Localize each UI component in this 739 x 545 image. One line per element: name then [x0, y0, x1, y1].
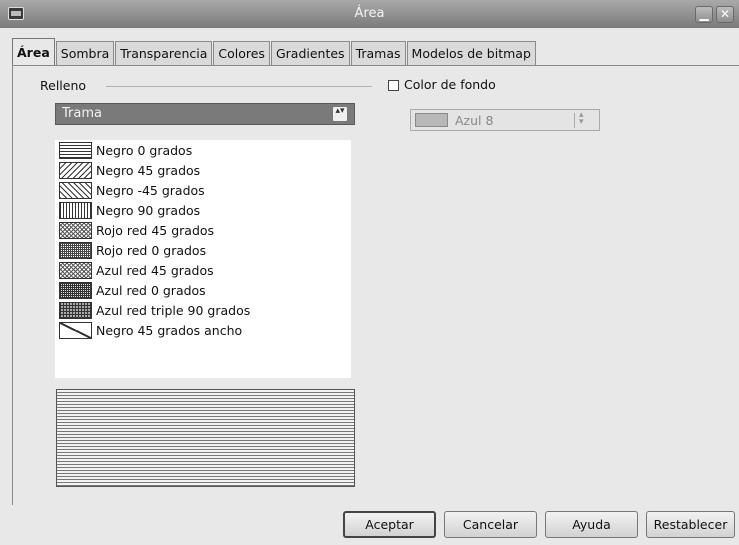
list-item-label: Negro 45 grados ancho: [96, 322, 243, 338]
title-bar: Área ▁ ✕: [0, 0, 739, 28]
help-button[interactable]: Ayuda: [545, 511, 638, 538]
pattern-vertical-icon: [59, 201, 92, 219]
list-item-label: Rojo red 45 grados: [96, 222, 215, 238]
fill-type-select[interactable]: Trama ▴▾: [55, 103, 355, 125]
tab-tramas[interactable]: Tramas: [350, 41, 406, 66]
pattern-crosshatch-45-icon: [59, 261, 92, 279]
list-item-label: Negro 0 grados: [96, 142, 193, 158]
list-item-label: Azul red triple 90 grados: [96, 302, 251, 318]
fill-type-value: Trama: [62, 106, 102, 121]
color-swatch: [415, 113, 448, 127]
background-color-value: Azul 8: [455, 113, 494, 128]
list-item-label: Azul red 0 grados: [96, 282, 206, 298]
pattern-diagonal-minus-45-icon: [59, 181, 92, 199]
list-item-label: Negro 90 grados: [96, 202, 201, 218]
background-color-checkbox[interactable]: [388, 80, 399, 91]
background-color-label[interactable]: Color de fondo: [404, 77, 496, 92]
pattern-preview: [56, 389, 355, 487]
list-item[interactable]: Negro -45 grados: [59, 180, 205, 200]
minimize-button[interactable]: ▁: [695, 6, 713, 23]
list-item[interactable]: Azul red 0 grados: [59, 280, 206, 300]
pattern-horizontal-icon: [59, 141, 92, 159]
list-item-label: Negro -45 grados: [96, 182, 205, 198]
spin-arrows-icon: ▴▾: [332, 106, 348, 122]
ok-button[interactable]: Aceptar: [343, 511, 436, 538]
fill-group-label: Relleno: [40, 78, 87, 93]
window-title: Área: [354, 6, 385, 21]
pattern-wide-diagonal-icon: [59, 321, 92, 339]
pattern-grid-icon: [59, 281, 92, 299]
reset-button[interactable]: Restablecer: [646, 511, 735, 538]
list-item-label: Rojo red 0 grados: [96, 242, 207, 258]
list-item-label: Azul red 45 grados: [96, 262, 214, 278]
tab-area[interactable]: Área: [12, 38, 55, 66]
background-color-select[interactable]: Azul 8 ▴ ▾: [410, 109, 600, 131]
list-item[interactable]: Negro 45 grados: [59, 160, 200, 180]
list-item[interactable]: Negro 0 grados: [59, 140, 192, 160]
list-item[interactable]: Azul red 45 grados: [59, 260, 214, 280]
list-item[interactable]: Azul red triple 90 grados: [59, 300, 250, 320]
list-item[interactable]: Negro 45 grados ancho: [59, 320, 242, 340]
fill-group-divider: [106, 86, 372, 87]
tab-colores[interactable]: Colores: [213, 41, 270, 66]
list-item[interactable]: Rojo red 45 grados: [59, 220, 214, 240]
spin-arrows-icon: ▴▾: [579, 110, 584, 127]
list-item[interactable]: Negro 90 grados: [59, 200, 200, 220]
pattern-crosshatch-45-icon: [59, 221, 92, 239]
cancel-button[interactable]: Cancelar: [444, 511, 537, 538]
tab-gradientes[interactable]: Gradientes: [270, 41, 350, 66]
tab-sombra[interactable]: Sombra: [55, 41, 115, 66]
list-item-label: Negro 45 grados: [96, 162, 201, 178]
tab-transparencia[interactable]: Transparencia: [115, 41, 213, 66]
close-button[interactable]: ✕: [716, 6, 734, 23]
pattern-triple-grid-icon: [59, 301, 92, 319]
list-item[interactable]: Rojo red 0 grados: [59, 240, 206, 260]
pattern-grid-icon: [59, 241, 92, 259]
select-divider: [574, 113, 575, 128]
tab-modelos-de-bitmap[interactable]: Modelos de bitmap: [406, 41, 536, 66]
tab-bar: Área Sombra Transparencia Colores Gradie…: [12, 38, 537, 66]
pattern-diagonal-45-icon: [59, 161, 92, 179]
hatch-pattern-list[interactable]: Negro 0 grados Negro 45 grados Negro -45…: [55, 140, 351, 378]
